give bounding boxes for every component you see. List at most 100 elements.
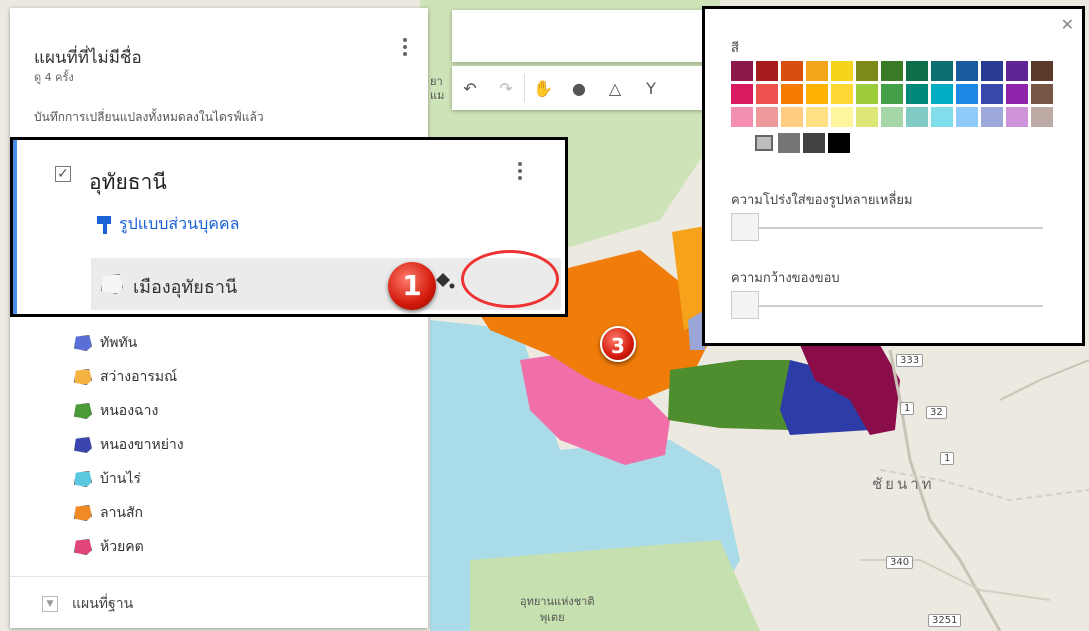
- color-swatch[interactable]: [781, 61, 803, 81]
- color-swatch[interactable]: [831, 107, 853, 127]
- feature-label: สว่างอารมณ์: [100, 369, 178, 385]
- color-swatch[interactable]: [906, 84, 928, 104]
- road-shield: 1: [940, 452, 955, 465]
- road-shield: 32: [926, 406, 947, 419]
- color-swatch[interactable]: [731, 61, 753, 81]
- color-swatch[interactable]: [831, 84, 853, 104]
- color-swatch[interactable]: [1031, 61, 1053, 81]
- search-input[interactable]: [452, 10, 712, 62]
- view-count: ดู 4 ครั้ง: [34, 71, 74, 84]
- color-swatch[interactable]: [756, 61, 778, 81]
- polygon-icon: [74, 471, 92, 487]
- layer-checkbox[interactable]: ✓: [55, 166, 71, 182]
- color-swatch[interactable]: [806, 84, 828, 104]
- map-toolbar: ↶ ↷ ✋ ● △ Y: [452, 66, 712, 110]
- feature-label: ทัพทัน: [100, 335, 138, 351]
- feature-item[interactable]: บ้านไร่: [74, 468, 141, 490]
- color-swatch[interactable]: [781, 107, 803, 127]
- border-width-slider[interactable]: [731, 291, 759, 319]
- opacity-label: ความโปร่งใส่ของรูปหลายเหลี่ยม: [731, 193, 913, 208]
- close-icon[interactable]: ✕: [1061, 15, 1074, 34]
- color-swatch[interactable]: [981, 61, 1003, 81]
- color-swatch[interactable]: [881, 84, 903, 104]
- color-swatch[interactable]: [803, 133, 825, 153]
- color-swatch[interactable]: [806, 61, 828, 81]
- color-swatch[interactable]: [931, 61, 953, 81]
- undo-icon[interactable]: ↶: [452, 66, 488, 110]
- feature-item[interactable]: ทัพทัน: [74, 332, 137, 354]
- map-menu-icon[interactable]: [402, 38, 408, 56]
- feature-name: เมืองอุทัยธานี: [133, 277, 238, 298]
- road-shield: 333: [896, 354, 924, 367]
- polygon-icon: [74, 539, 92, 555]
- region-green: [668, 360, 800, 430]
- polygon-icon: [74, 505, 92, 521]
- color-swatch[interactable]: [831, 61, 853, 81]
- color-swatch[interactable]: [881, 107, 903, 127]
- draw-line-icon[interactable]: △: [597, 66, 633, 110]
- color-swatch[interactable]: [1031, 107, 1053, 127]
- map-panel: แผนที่ที่ไม่มีชื่อ ดู 4 ครั้ง บันทึกการเ…: [10, 8, 428, 628]
- paint-bucket-icon[interactable]: [433, 270, 455, 292]
- basemap-toggle[interactable]: ▼ แผนที่ฐาน: [42, 593, 133, 615]
- feature-item[interactable]: ห้วยคต: [74, 536, 144, 558]
- marker-icon[interactable]: ●: [561, 66, 597, 110]
- color-swatch[interactable]: [806, 107, 828, 127]
- feature-item[interactable]: หนองฉาง: [74, 400, 158, 422]
- color-swatch[interactable]: [828, 133, 850, 153]
- polygon-icon: [101, 274, 123, 294]
- color-swatch[interactable]: [931, 107, 953, 127]
- border-width-label: ความกว้างของขอบ: [731, 271, 840, 286]
- feature-label: บ้านไร่: [100, 471, 141, 487]
- color-swatch[interactable]: [753, 133, 775, 153]
- feature-label: ลานสัก: [100, 505, 144, 521]
- polygon-icon: [74, 437, 92, 453]
- color-swatch[interactable]: [778, 133, 800, 153]
- color-swatch[interactable]: [756, 84, 778, 104]
- color-swatch[interactable]: [731, 107, 753, 127]
- color-swatch[interactable]: [981, 107, 1003, 127]
- style-link[interactable]: รูปแบบส่วนบุคคล: [97, 212, 239, 237]
- border-width-track: [735, 305, 1043, 307]
- color-picker-panel: ✕ สี ความโปร่งใส่ของรูปหลายเหลี่ยม ความก…: [702, 6, 1085, 346]
- color-swatch[interactable]: [756, 107, 778, 127]
- feature-item[interactable]: หนองขาหย่าง: [74, 434, 184, 456]
- hand-icon[interactable]: ✋: [525, 66, 561, 110]
- layer-menu-icon[interactable]: [517, 162, 523, 180]
- city-label: ชัยนาท: [872, 475, 935, 493]
- color-swatch[interactable]: [881, 61, 903, 81]
- color-swatch[interactable]: [1006, 61, 1028, 81]
- feature-item[interactable]: สว่างอารมณ์: [74, 366, 177, 388]
- color-swatch[interactable]: [856, 61, 878, 81]
- road-shield: 1: [900, 402, 915, 415]
- partial-map-label: แม: [430, 89, 445, 102]
- color-swatch[interactable]: [731, 84, 753, 104]
- color-swatch[interactable]: [781, 84, 803, 104]
- color-swatches: [731, 61, 1053, 156]
- color-swatch[interactable]: [906, 61, 928, 81]
- feature-label: หนองฉาง: [100, 403, 159, 419]
- color-swatch[interactable]: [1031, 84, 1053, 104]
- map-title[interactable]: แผนที่ที่ไม่มีชื่อ: [34, 44, 142, 71]
- step-badge-3: 3: [600, 326, 636, 362]
- color-swatch[interactable]: [906, 107, 928, 127]
- redo-icon[interactable]: ↷: [488, 66, 524, 110]
- color-swatch[interactable]: [1006, 107, 1028, 127]
- opacity-track: [735, 227, 1043, 229]
- color-swatch[interactable]: [956, 84, 978, 104]
- layer-name[interactable]: อุทัยธานี: [89, 166, 167, 199]
- color-swatch[interactable]: [956, 107, 978, 127]
- chevron-down-icon: ▼: [42, 596, 58, 612]
- color-swatch[interactable]: [1006, 84, 1028, 104]
- feature-item[interactable]: ลานสัก: [74, 502, 143, 524]
- color-swatch[interactable]: [856, 84, 878, 104]
- color-swatch[interactable]: [956, 61, 978, 81]
- color-swatch[interactable]: [981, 84, 1003, 104]
- step-badge-1: 1: [388, 262, 436, 310]
- road-shield: 340: [886, 556, 914, 569]
- color-swatch[interactable]: [931, 84, 953, 104]
- opacity-slider[interactable]: [731, 213, 759, 241]
- directions-icon[interactable]: Y: [633, 66, 669, 110]
- color-swatch[interactable]: [856, 107, 878, 127]
- polygon-icon: [74, 369, 92, 385]
